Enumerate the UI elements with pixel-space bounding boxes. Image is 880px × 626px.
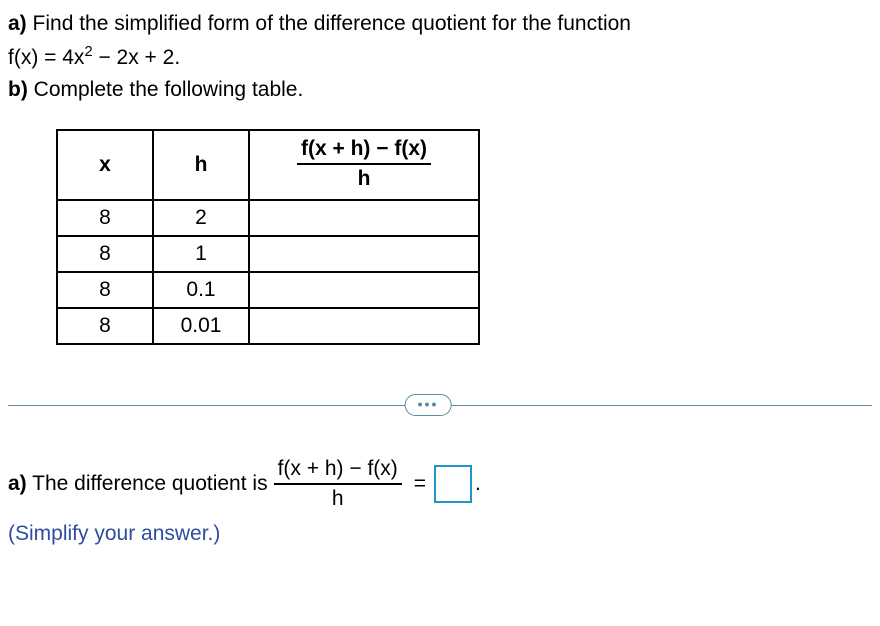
- table-row: 8 0.01: [57, 308, 479, 344]
- expand-button[interactable]: •••: [405, 394, 452, 416]
- function-prefix: f(x) = 4x: [8, 46, 84, 69]
- table-row: 8 0.1: [57, 272, 479, 308]
- col-header-x: x: [57, 130, 153, 200]
- part-b-text: Complete the following table.: [28, 78, 304, 101]
- cell-q[interactable]: [249, 272, 479, 308]
- cell-q[interactable]: [249, 200, 479, 236]
- answer-input[interactable]: [434, 465, 472, 503]
- col-header-h: h: [153, 130, 249, 200]
- data-table-wrap: x h f(x + h) − f(x) h 8 2 8 1 8 0.1 8: [56, 129, 872, 345]
- cell-x: 8: [57, 308, 153, 344]
- part-b-label: b): [8, 78, 28, 101]
- function-definition: f(x) = 4x2 − 2x + 2.: [8, 44, 872, 70]
- header-fraction: f(x + h) − f(x) h: [297, 137, 431, 191]
- equals-sign: =: [414, 472, 426, 496]
- answer-text: The difference quotient is: [27, 472, 268, 495]
- answer-fraction: f(x + h) − f(x) h: [274, 457, 402, 511]
- simplify-hint: (Simplify your answer.): [8, 522, 872, 546]
- answer-label: a): [8, 472, 27, 495]
- table-row: 8 2: [57, 200, 479, 236]
- header-fraction-num: f(x + h) − f(x): [297, 137, 431, 165]
- cell-q[interactable]: [249, 236, 479, 272]
- cell-x: 8: [57, 236, 153, 272]
- answer-fraction-num: f(x + h) − f(x): [274, 457, 402, 485]
- cell-x: 8: [57, 200, 153, 236]
- data-table: x h f(x + h) − f(x) h 8 2 8 1 8 0.1 8: [56, 129, 480, 345]
- table-row: 8 1: [57, 236, 479, 272]
- col-header-quotient: f(x + h) − f(x) h: [249, 130, 479, 200]
- cell-h: 1: [153, 236, 249, 272]
- section-divider: •••: [8, 393, 872, 417]
- cell-h: 0.1: [153, 272, 249, 308]
- answer-fraction-den: h: [274, 485, 402, 511]
- part-b-prompt: b) Complete the following table.: [8, 74, 872, 106]
- part-a-label: a): [8, 12, 27, 35]
- answer-fraction-wrap: f(x + h) − f(x) h: [274, 457, 402, 511]
- cell-q[interactable]: [249, 308, 479, 344]
- function-suffix: − 2x + 2.: [93, 46, 181, 69]
- function-exponent: 2: [84, 44, 92, 60]
- part-a-text: Find the simplified form of the differen…: [27, 12, 631, 35]
- cell-h: 0.01: [153, 308, 249, 344]
- cell-x: 8: [57, 272, 153, 308]
- table-header-row: x h f(x + h) − f(x) h: [57, 130, 479, 200]
- cell-h: 2: [153, 200, 249, 236]
- answer-line: a) The difference quotient is f(x + h) −…: [8, 457, 872, 511]
- answer-pre: a) The difference quotient is: [8, 472, 268, 496]
- header-fraction-den: h: [297, 165, 431, 191]
- part-a-prompt: a) Find the simplified form of the diffe…: [8, 8, 872, 40]
- answer-period: .: [475, 472, 481, 496]
